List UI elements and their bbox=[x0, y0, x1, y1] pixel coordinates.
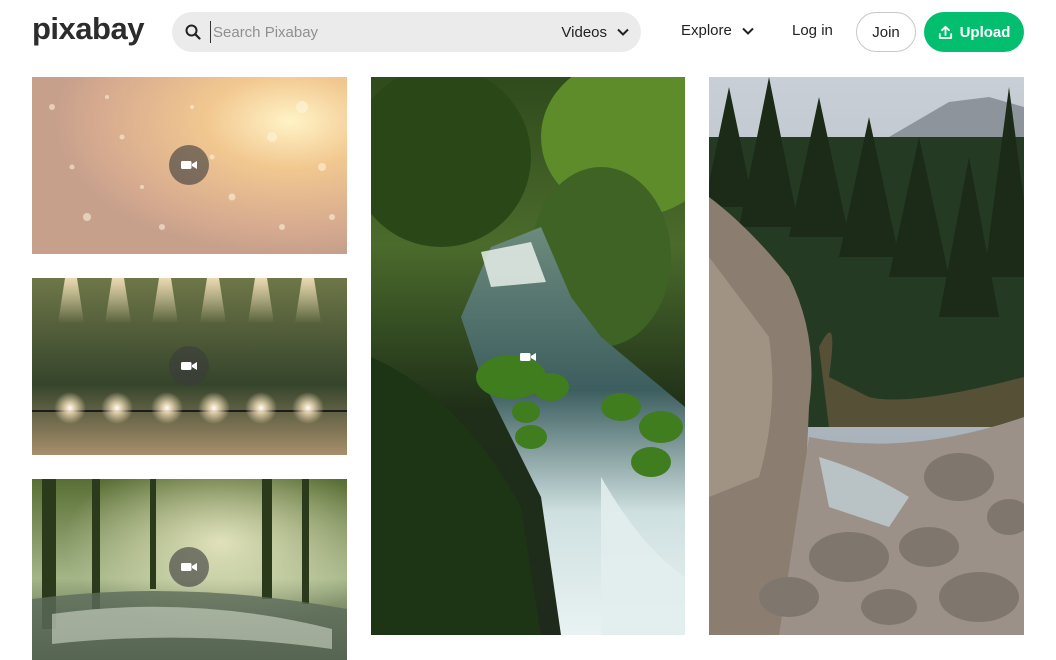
search-input[interactable] bbox=[210, 21, 533, 43]
upload-icon bbox=[938, 25, 952, 39]
video-tile-bokeh[interactable] bbox=[32, 77, 347, 254]
login-link[interactable]: Log in bbox=[792, 22, 833, 39]
join-button[interactable]: Join bbox=[856, 12, 916, 52]
join-label: Join bbox=[872, 23, 900, 41]
video-badge bbox=[169, 145, 209, 185]
chevron-down-icon bbox=[617, 28, 629, 36]
explore-label: Explore bbox=[681, 22, 732, 39]
pixabay-logo[interactable]: pixabay bbox=[32, 13, 150, 49]
video-tile-forest-stream[interactable] bbox=[32, 479, 347, 660]
video-tile-waterfall[interactable] bbox=[371, 77, 685, 635]
upload-button[interactable]: Upload bbox=[924, 12, 1024, 52]
svg-text:pixabay: pixabay bbox=[32, 13, 145, 46]
video-camera-icon bbox=[181, 161, 197, 169]
media-type-label: Videos bbox=[561, 23, 607, 41]
login-label: Log in bbox=[792, 22, 833, 39]
upload-label: Upload bbox=[959, 23, 1011, 41]
search-bar: Videos bbox=[172, 12, 641, 52]
media-type-dropdown[interactable]: Videos bbox=[561, 22, 629, 42]
video-badge bbox=[169, 547, 209, 587]
chevron-down-icon bbox=[742, 27, 754, 35]
mountain-river-thumbnail bbox=[709, 77, 1024, 635]
video-camera-icon bbox=[181, 563, 197, 571]
video-tile-spotlights[interactable] bbox=[32, 278, 347, 455]
video-badge bbox=[169, 346, 209, 386]
explore-menu[interactable]: Explore bbox=[681, 22, 754, 39]
video-camera-icon bbox=[520, 353, 536, 361]
search-icon[interactable] bbox=[185, 24, 201, 40]
video-tile-mountain-river[interactable] bbox=[709, 77, 1024, 635]
video-camera-icon bbox=[181, 362, 197, 370]
